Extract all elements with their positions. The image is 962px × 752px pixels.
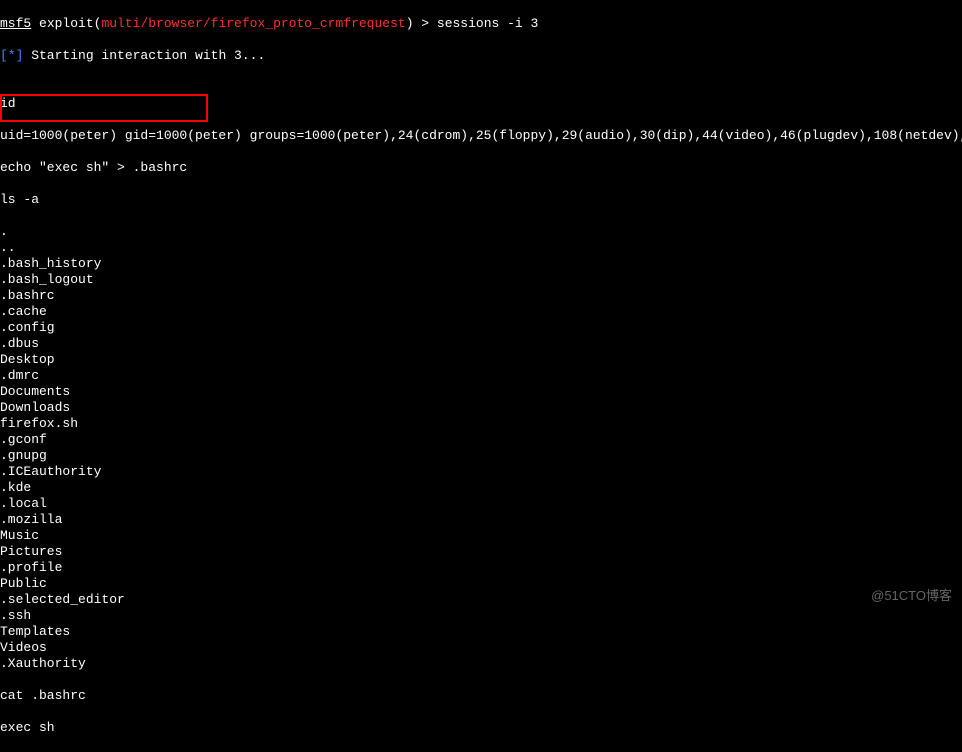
prompt-line: msf5 exploit(multi/browser/firefox_proto… — [0, 16, 962, 32]
list-item: .dmrc — [0, 368, 962, 384]
list-item: .gconf — [0, 432, 962, 448]
list-item: . — [0, 224, 962, 240]
sessions-command: sessions -i 3 — [437, 16, 538, 31]
status-marker: [*] — [0, 48, 23, 63]
list-item: .bash_history — [0, 256, 962, 272]
list-item: Music — [0, 528, 962, 544]
list-item: .cache — [0, 304, 962, 320]
list-item: Public — [0, 576, 962, 592]
list-item: Downloads — [0, 400, 962, 416]
id-output: uid=1000(peter) gid=1000(peter) groups=1… — [0, 128, 962, 144]
list-item: Documents — [0, 384, 962, 400]
terminal-output[interactable]: msf5 exploit(multi/browser/firefox_proto… — [0, 0, 962, 752]
list-item: .Xauthority — [0, 656, 962, 672]
list-item: Videos — [0, 640, 962, 656]
list-item: .bash_logout — [0, 272, 962, 288]
ls-command: ls -a — [0, 192, 962, 208]
cat-output: exec sh — [0, 720, 962, 736]
list-item: Desktop — [0, 352, 962, 368]
id-command: id — [0, 96, 962, 112]
watermark: @51CTO博客 — [871, 588, 952, 604]
list-item: .ICEauthority — [0, 464, 962, 480]
list-item: .gnupg — [0, 448, 962, 464]
list-item: Templates — [0, 624, 962, 640]
list-item: .ssh — [0, 608, 962, 624]
prompt-suffix: ) > — [406, 16, 437, 31]
list-item: .dbus — [0, 336, 962, 352]
echo-command: echo "exec sh" > .bashrc — [0, 160, 962, 176]
file-list: ....bash_history.bash_logout.bashrc.cach… — [0, 224, 962, 672]
list-item: Pictures — [0, 544, 962, 560]
list-item: .selected_editor — [0, 592, 962, 608]
list-item: .kde — [0, 480, 962, 496]
exploit-label: exploit( — [31, 16, 101, 31]
start-interaction-line: [*] Starting interaction with 3... — [0, 48, 962, 64]
list-item: .profile — [0, 560, 962, 576]
list-item: .local — [0, 496, 962, 512]
msf-prefix: msf5 — [0, 16, 31, 31]
list-item: .config — [0, 320, 962, 336]
list-item: firefox.sh — [0, 416, 962, 432]
list-item: .bashrc — [0, 288, 962, 304]
start-text: Starting interaction with 3... — [23, 48, 265, 63]
list-item: .. — [0, 240, 962, 256]
cat-command: cat .bashrc — [0, 688, 962, 704]
exploit-module: multi/browser/firefox_proto_crmfrequest — [101, 16, 405, 31]
list-item: .mozilla — [0, 512, 962, 528]
